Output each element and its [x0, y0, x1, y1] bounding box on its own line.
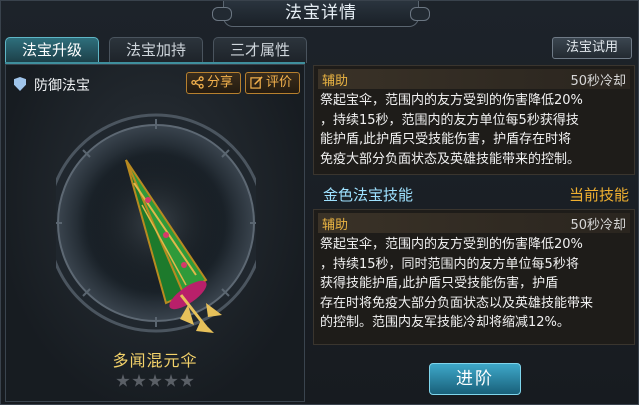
gold-skill-box: 辅助 50秒冷却 祭起宝伞，范围内的友方受到的伤害降低20% ，持续15秒，同时…	[313, 209, 635, 345]
skill-cooldown: 50秒冷却	[570, 218, 626, 233]
title-banner: 法宝详情	[212, 1, 430, 27]
review-button[interactable]: 评价	[245, 72, 300, 94]
page-title: 法宝详情	[285, 3, 357, 23]
skill-tag: 辅助	[322, 74, 349, 89]
desc-line: 存在时将免疫大部分负面状态以及英雄技能带来	[320, 295, 594, 311]
star-icon	[180, 374, 194, 387]
current-skill-box: 辅助 50秒冷却 祭起宝伞，范围内的友方受到的伤害降低20% ，持续15秒，范围…	[313, 65, 635, 175]
desc-line: 祭起宝伞，范围内的友方受到的伤害降低20%	[320, 237, 583, 252]
star-icon	[164, 374, 178, 387]
edit-icon	[250, 76, 263, 89]
treasure-type-label: 防御法宝	[34, 78, 90, 94]
current-skill-badge: 当前技能	[568, 186, 629, 204]
share-button[interactable]: 分享	[186, 72, 241, 94]
desc-line: 获得技能护盾,此护盾只受技能伤害，护盾	[320, 276, 559, 291]
skill-cooldown: 50秒冷却	[570, 74, 626, 89]
desc-line: 祭起宝伞，范围内的友方受到的伤害降低20%	[320, 93, 583, 108]
desc-line: 能护盾,此护盾只受技能伤害，护盾存在时将	[320, 132, 572, 147]
skill-header: 辅助 50秒冷却	[318, 69, 630, 89]
tab-blessing[interactable]: 法宝加持	[109, 37, 203, 63]
advance-button[interactable]: 进阶	[429, 363, 521, 395]
skill-description: 祭起宝伞，范围内的友方受到的伤害降低20% ，持续15秒，范围内的友方单位每5秒…	[320, 91, 626, 169]
star-icon	[132, 374, 146, 387]
treasure-preview-panel: 防御法宝 分享 评价 多闻混元伞	[5, 64, 305, 402]
tab-attributes[interactable]: 三才属性	[213, 37, 307, 63]
review-label: 评价	[266, 75, 293, 90]
tab-upgrade[interactable]: 法宝升级	[5, 37, 99, 63]
star-rating	[6, 373, 304, 392]
desc-line: 免疫大部分负面状态及英雄技能带来的控制。	[320, 151, 581, 167]
shield-icon	[14, 77, 26, 91]
skill-tag: 辅助	[322, 218, 349, 233]
gold-skill-title: 金色法宝技能	[323, 186, 414, 204]
share-icon	[191, 76, 204, 89]
desc-line: 的控制。范围内友军技能冷却将缩减12%。	[320, 315, 570, 330]
desc-line: ，持续15秒，范围内的友方单位每5秒获得技	[320, 112, 579, 128]
treasure-name: 多闻混元伞	[112, 351, 198, 370]
desc-line: ，持续15秒，同时范围内的友方单位每5秒将	[320, 256, 579, 272]
skill-description: 祭起宝伞，范围内的友方受到的伤害降低20% ，持续15秒，同时范围内的友方单位每…	[320, 235, 626, 333]
star-icon	[148, 374, 162, 387]
star-icon	[116, 374, 130, 387]
treasure-emblem	[56, 113, 256, 333]
try-treasure-button[interactable]: 法宝试用	[552, 37, 632, 59]
skill-header: 辅助 50秒冷却	[318, 213, 630, 233]
detail-window: 法宝详情 法宝升级 法宝加持 三才属性 防御法宝 分享 评价 多闻混元伞 法宝试…	[0, 0, 639, 405]
share-label: 分享	[207, 75, 234, 90]
gold-skill-header: 金色法宝技能 当前技能	[313, 181, 635, 207]
